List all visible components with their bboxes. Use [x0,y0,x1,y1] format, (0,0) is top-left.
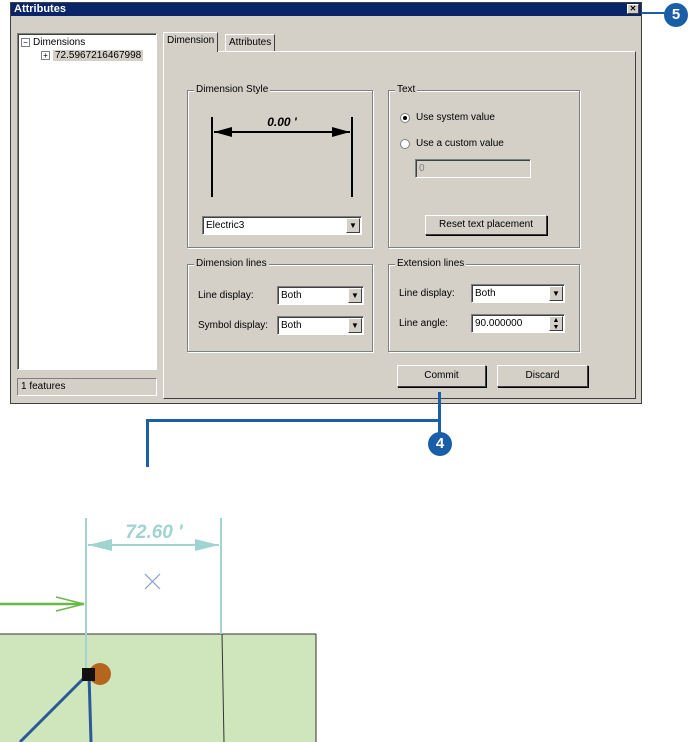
custom-value-field[interactable]: 0 [415,159,531,178]
tab-dimension[interactable]: Dimension [163,32,219,52]
preview-value: 0.00 ' [267,115,298,129]
field-value: 0 [419,163,425,174]
chevron-down-icon[interactable]: ▼ [346,218,360,233]
callout-leader-line [146,419,149,467]
dimension-style-preview: 0.00 ' [211,115,353,197]
use-custom-value-label: Use a custom value [416,138,504,149]
feature-tree[interactable]: − Dimensions +72.5967216467998 [17,33,157,370]
extension-lines-group: Extension lines Line display: Both ▼ Lin… [388,258,580,352]
tab-panel: Dimension Style 0.00 ' Electric3 ▼ Text … [163,51,636,399]
parcel-polygon [0,634,316,742]
tree-item-label: Dimensions [33,37,86,48]
dimension-line-display-select[interactable]: Both ▼ [277,286,364,305]
expand-icon[interactable]: + [41,50,50,60]
group-label: Dimension Style [194,84,271,96]
use-system-value-label: Use system value [416,112,495,123]
line-display-label: Line display: [198,290,254,301]
step-4-callout: 4 [428,432,452,456]
discard-button[interactable]: Discard [497,365,588,387]
tree-item-dimensions[interactable]: − Dimensions [21,37,85,49]
callout-number: 4 [435,435,445,452]
radio-selected-indicator [403,116,407,120]
status-bar: 1 features [17,378,157,396]
map-canvas[interactable]: 72.60 ' [0,500,330,742]
tab-label: Attributes [229,37,272,48]
button-label: Commit [424,370,459,381]
group-label: Dimension lines [194,258,269,270]
group-label: Extension lines [395,258,467,270]
spin-arrows-icon[interactable]: ▲ ▼ [549,316,563,331]
dimension-label: 72.60 ' [125,522,184,543]
chevron-down-icon[interactable]: ▼ [549,286,563,301]
extension-line-display-select[interactable]: Both ▼ [471,284,565,303]
select-value: Both [475,288,496,299]
attributes-dialog: Attributes ✕ − Dimensions +72.59672164679… [10,2,642,404]
reset-text-placement-button[interactable]: Reset text placement [425,215,547,235]
tree-item-label: 72.5967216467998 [53,50,144,61]
use-custom-value-radio[interactable] [400,139,410,149]
callout-leader-line [146,419,441,422]
select-value: Both [281,290,302,301]
text-group: Text Use system value Use a custom value… [388,84,580,248]
close-icon[interactable]: ✕ [627,4,639,14]
symbol-display-label: Symbol display: [198,320,269,331]
step-5-callout: 5 [664,3,688,27]
tree-item-feature[interactable]: +72.5967216467998 [41,50,144,62]
commit-button[interactable]: Commit [397,365,486,387]
tab-attributes[interactable]: Attributes [225,34,276,52]
dimension-style-group: Dimension Style 0.00 ' Electric3 ▼ [187,84,373,248]
symbol-display-select[interactable]: Both ▼ [277,316,364,335]
chevron-down-icon[interactable]: ▼ [348,318,362,333]
chevron-down-icon[interactable]: ▼ [348,288,362,303]
line-angle-label: Line angle: [399,318,448,329]
collapse-icon[interactable]: − [21,37,30,47]
callout-number: 5 [671,6,681,23]
window-title: Attributes [14,3,66,15]
select-value: Electric3 [206,220,245,231]
dimension-style-select[interactable]: Electric3 ▼ [202,216,362,235]
stepper-value: 90.000000 [475,318,523,329]
feature-count: 1 features [21,381,66,392]
tab-label: Dimension [167,35,215,46]
dimension-lines-group: Dimension lines Line display: Both ▼ Sym… [187,258,373,352]
group-label: Text [395,84,418,96]
extension-line-display-label: Line display: [399,288,455,299]
use-system-value-radio[interactable] [400,113,410,123]
button-label: Reset text placement [439,219,533,230]
line-angle-stepper[interactable]: 90.000000 ▲ ▼ [471,314,565,333]
title-bar[interactable]: Attributes ✕ [11,3,641,16]
select-value: Both [281,320,302,331]
button-label: Discard [525,370,560,381]
